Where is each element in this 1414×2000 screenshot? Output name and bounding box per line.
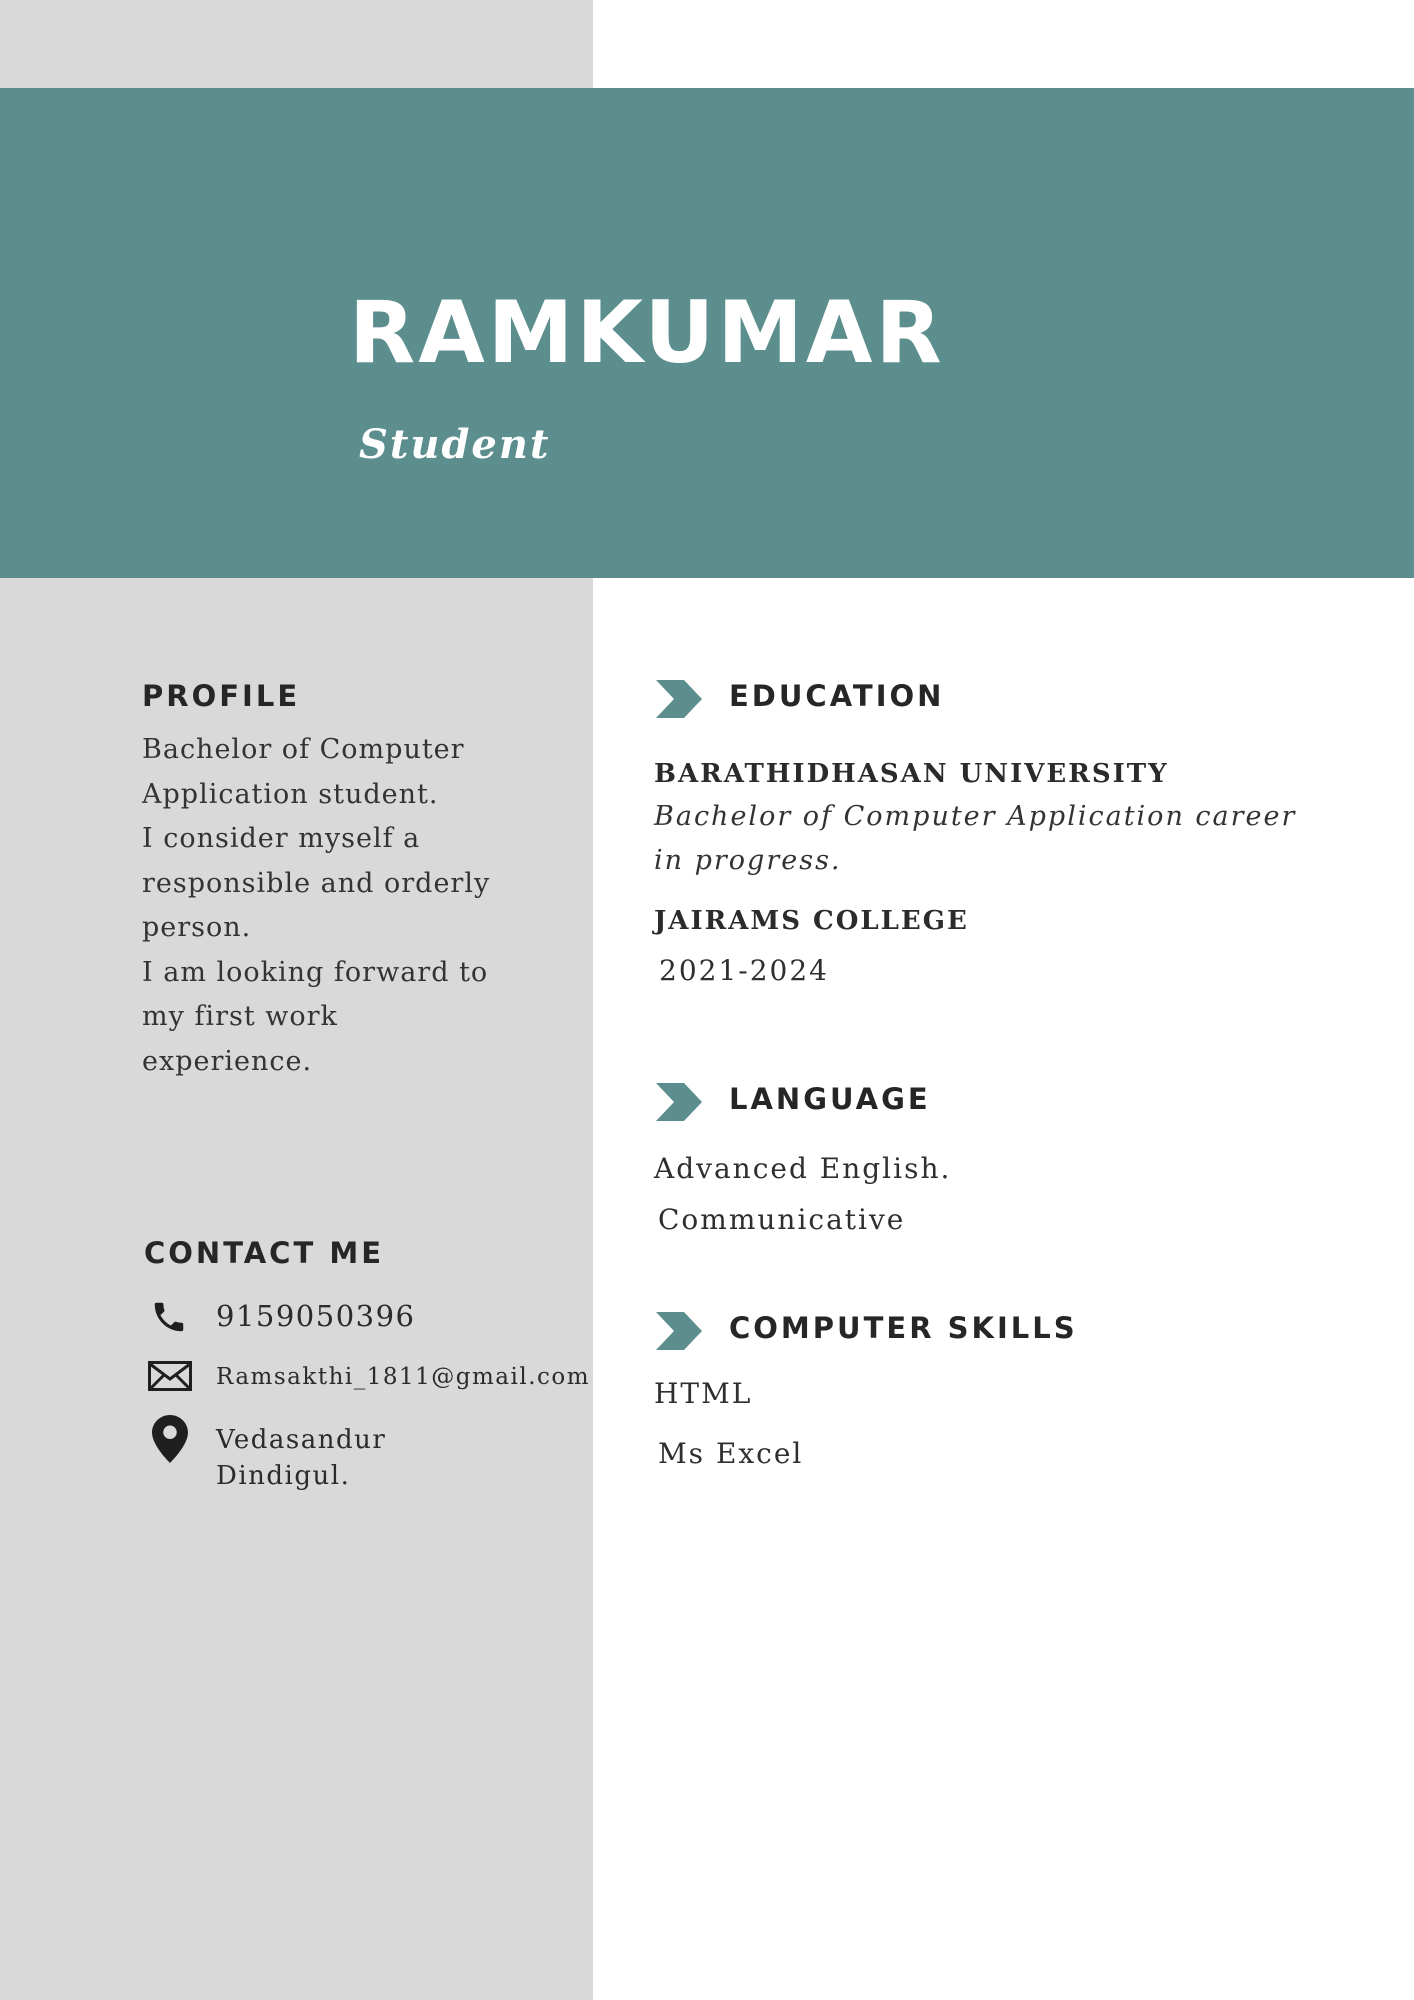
profile-line: Application student. <box>142 778 439 810</box>
profile-line: my first work <box>142 1001 338 1032</box>
address-line: Dindigul. <box>216 1461 351 1491</box>
language-heading: LANGUAGE <box>729 1082 931 1116</box>
university-name: BARATHIDHASAN UNIVERSITY <box>654 759 1169 789</box>
email-address: Ramsakthi_1811@gmail.com <box>216 1364 591 1390</box>
skill-item: HTML <box>654 1377 753 1410</box>
contact-heading: CONTACT ME <box>144 1236 385 1270</box>
profile-line: Bachelor of Computer <box>142 734 465 765</box>
profile-text: Bachelor of Computer Application student… <box>142 728 490 1084</box>
profile-line: experience. <box>142 1045 313 1077</box>
mail-icon <box>148 1361 192 1391</box>
address: Vedasandur Dindigul. <box>216 1422 386 1494</box>
skill-item: Ms Excel <box>658 1437 804 1470</box>
degree-description: Bachelor of Computer Application career … <box>654 795 1296 883</box>
language-item: Advanced English. <box>654 1152 952 1185</box>
profile-line: I consider myself a <box>142 823 421 854</box>
college-name: JAIRAMS COLLEGE <box>654 906 969 936</box>
degree-line: Bachelor of Computer Application career <box>654 801 1297 832</box>
profile-line: responsible and orderly <box>142 867 491 899</box>
phone-number: 9159050396 <box>216 1299 416 1333</box>
profile-line: I am looking forward to <box>142 956 489 988</box>
education-years: 2021-2024 <box>659 954 829 987</box>
location-pin-icon <box>152 1415 188 1463</box>
chevron-right-icon <box>656 1312 702 1350</box>
profile-line: person. <box>142 912 252 943</box>
address-line: Vedasandur <box>216 1425 387 1455</box>
skills-heading: COMPUTER SKILLS <box>729 1311 1078 1345</box>
profile-heading: PROFILE <box>142 679 301 713</box>
chevron-right-icon <box>656 680 702 718</box>
education-heading: EDUCATION <box>729 679 945 713</box>
phone-icon <box>154 1302 184 1332</box>
person-role: Student <box>359 421 551 468</box>
person-name: RAMKUMAR <box>349 283 945 383</box>
degree-line: in progress. <box>654 845 842 876</box>
chevron-right-icon <box>656 1083 702 1121</box>
language-item: Communicative <box>658 1203 906 1236</box>
